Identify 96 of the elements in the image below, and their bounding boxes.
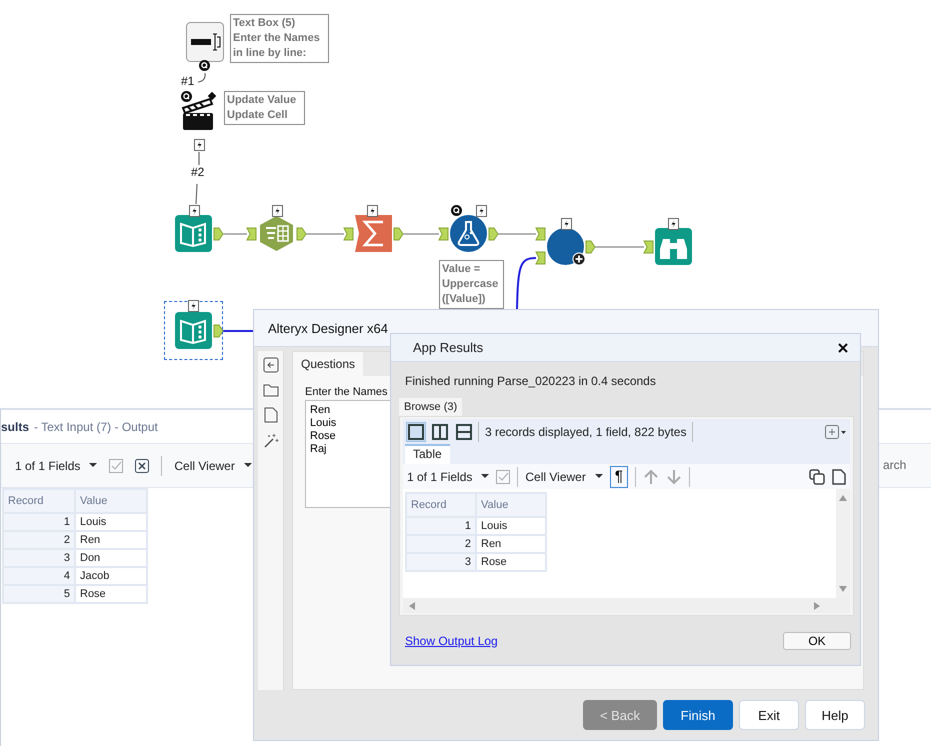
table-cell: 4 — [3, 567, 75, 585]
caret-icon — [244, 463, 252, 468]
checkbox-icon[interactable] — [496, 470, 510, 484]
summary-text: 3 records displayed, 1 field, 822 bytes — [485, 424, 686, 438]
copy-icon[interactable] — [809, 468, 825, 484]
table-cell: 2 — [3, 531, 75, 549]
lightning-badge-icon — [367, 205, 378, 217]
scrollbar[interactable] — [403, 598, 850, 613]
dialog-title: App Results — [413, 340, 484, 355]
single-pane-icon[interactable] — [406, 422, 426, 442]
table-cell: Ren — [75, 531, 147, 549]
column-header: Value — [75, 489, 147, 513]
text-box-tool-icon[interactable] — [186, 22, 224, 62]
flask-tool-icon[interactable] — [450, 215, 487, 252]
status-message: Finished running Parse_020223 in 0.4 seconds — [405, 374, 657, 388]
search-field[interactable]: arch — [883, 454, 931, 476]
tab[interactable]: Browse (3) — [399, 398, 462, 416]
input-anchor-icon[interactable] — [246, 228, 256, 240]
tab[interactable]: Table — [405, 444, 450, 464]
lightning-badge-icon — [189, 205, 200, 217]
caret-icon — [481, 474, 490, 479]
connector-line — [222, 330, 253, 332]
question-label: Enter the Names — [305, 386, 389, 398]
panel-subtitle: - Text Input (7) - Output — [34, 420, 158, 434]
clapperboard-icon[interactable] — [180, 92, 216, 132]
document-icon[interactable] — [832, 468, 846, 484]
connector-line — [198, 152, 200, 166]
column-header: Value — [476, 493, 546, 517]
sigma-tool-icon[interactable] — [355, 215, 392, 252]
dialog-button[interactable]: Exit — [739, 700, 799, 730]
output-log-link[interactable]: Show Output Log — [405, 634, 498, 648]
caret-icon — [89, 463, 98, 468]
folder-icon[interactable] — [262, 383, 278, 397]
connector-line — [594, 246, 644, 248]
pilcrow-button[interactable]: ¶ — [610, 466, 628, 488]
scroll-right-icon[interactable] — [814, 602, 820, 610]
output-anchor-icon[interactable] — [296, 228, 307, 240]
panel-title: sults — [1, 420, 30, 434]
viewer-dropdown[interactable]: Cell Viewer — [174, 458, 252, 472]
close-icon[interactable] — [838, 342, 848, 352]
connector-line — [198, 72, 206, 82]
table-cell: Louis — [75, 513, 147, 531]
table-cell: Don — [75, 549, 147, 567]
tab[interactable]: Questions — [293, 352, 364, 376]
add-view-icon[interactable] — [825, 424, 847, 438]
scroll-up-icon[interactable] — [839, 495, 847, 501]
book-tool-icon[interactable] — [175, 215, 212, 252]
dialog-button[interactable]: Finish — [663, 700, 733, 730]
arrow-down-icon[interactable] — [666, 468, 682, 484]
lightning-badge-icon — [194, 139, 205, 151]
two-row-icon[interactable] — [454, 422, 474, 442]
lightning-badge-icon — [272, 205, 283, 217]
magic-wand-icon[interactable] — [262, 433, 278, 449]
dialog-button[interactable]: Help — [805, 700, 865, 730]
column-header: Record — [406, 493, 476, 517]
fields-dropdown[interactable]: 1 of 1 Fields — [407, 470, 490, 484]
back-icon[interactable] — [262, 357, 278, 373]
lightning-badge-icon — [561, 218, 572, 230]
table-cell: Ren — [476, 535, 546, 553]
scroll-left-icon[interactable] — [409, 602, 415, 610]
connector-line — [196, 184, 198, 204]
table-cell: Jacob — [75, 567, 147, 585]
connection-label: #2 — [191, 165, 204, 179]
ok-button[interactable]: OK — [783, 632, 851, 650]
table-cell: 3 — [406, 553, 476, 571]
binoculars-tool-icon[interactable] — [655, 228, 692, 265]
book-tool-icon[interactable] — [175, 312, 212, 349]
two-column-icon[interactable] — [430, 422, 450, 442]
table-cell: 5 — [3, 585, 75, 603]
table-cell: 3 — [3, 549, 75, 567]
checkbox-icon[interactable] — [109, 458, 124, 472]
viewer-dropdown[interactable]: Cell Viewer — [525, 470, 603, 484]
fields-dropdown[interactable]: 1 of 1 Fields — [15, 458, 98, 472]
table-cell: 1 — [406, 517, 476, 535]
window-title: Alteryx Designer x64 — [268, 320, 388, 336]
annotation-note: Text Box (5) Enter the Names in line by line: — [230, 14, 329, 63]
column-header: Record — [3, 489, 75, 513]
document-icon[interactable] — [264, 407, 278, 423]
lightning-badge-icon — [188, 300, 199, 312]
connector-line — [516, 257, 536, 310]
scrollbar[interactable] — [836, 489, 850, 598]
connection-label: #1 — [181, 74, 194, 88]
table-cell: 1 — [3, 513, 75, 531]
table-cell: Rose — [75, 585, 147, 603]
arrow-up-icon[interactable] — [642, 468, 659, 484]
clear-icon[interactable] — [135, 458, 150, 472]
table-cell: 2 — [406, 535, 476, 553]
lightning-badge-icon — [476, 205, 487, 217]
caret-icon — [594, 474, 603, 479]
table-cell: Rose — [476, 553, 546, 571]
table-cell: Louis — [476, 517, 546, 535]
lightning-badge-icon — [668, 218, 679, 230]
annotation-note: Update Value Update Cell — [224, 91, 305, 125]
hexagon-table-icon[interactable] — [258, 215, 295, 252]
annotation-note: Value = Uppercase ([Value]) — [439, 260, 504, 309]
scroll-down-icon[interactable] — [839, 586, 847, 592]
